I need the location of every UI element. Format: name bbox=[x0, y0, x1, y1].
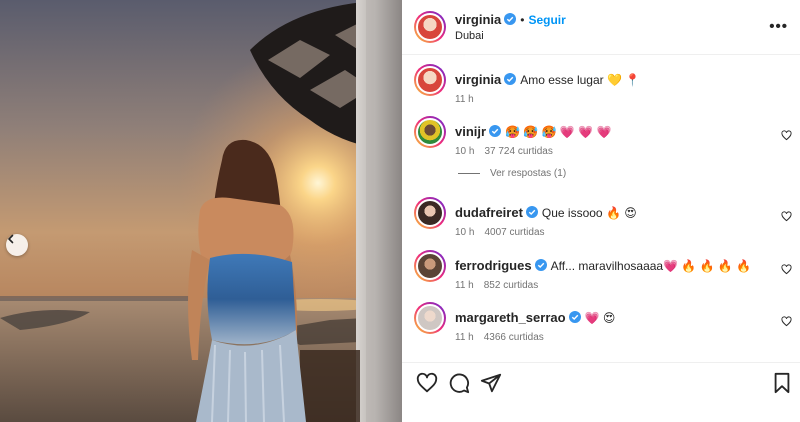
comment-text: vinijr 🥵 🥵 🥵 💗 💗 💗 bbox=[455, 124, 611, 139]
author-username[interactable]: virginia bbox=[455, 12, 501, 27]
comment-message: 💗 😍 bbox=[584, 311, 616, 325]
heart-icon[interactable] bbox=[781, 316, 792, 327]
comment-username[interactable]: ferrodrigues bbox=[455, 258, 532, 273]
verified-icon bbox=[525, 206, 538, 218]
comment-message: Aff... maravilhosaaaa💗 🔥 🔥 🔥 🔥 bbox=[550, 259, 752, 273]
follow-button[interactable]: Seguir bbox=[528, 13, 565, 27]
post-location[interactable]: Dubai bbox=[455, 30, 484, 42]
comment-time: 11 h bbox=[455, 332, 474, 343]
view-replies-button[interactable]: Ver respostas (1) bbox=[458, 168, 566, 179]
avatar[interactable] bbox=[414, 197, 446, 229]
separator-dot: • bbox=[520, 13, 525, 27]
comment-username[interactable]: vinijr bbox=[455, 124, 486, 139]
avatar[interactable] bbox=[414, 64, 446, 96]
comment-time: 11 h bbox=[455, 94, 474, 105]
comment-meta: 11 h bbox=[455, 94, 474, 105]
comment-row: ferrodrigues Aff... maravilhosaaaa💗 🔥 🔥 🔥… bbox=[402, 250, 800, 298]
caption-row: virginia Amo esse lugar 💛 📍 11 h bbox=[402, 64, 800, 112]
comment-message: Amo esse lugar 💛 📍 bbox=[520, 73, 641, 87]
more-options-button[interactable]: ••• bbox=[769, 18, 788, 35]
comment-text: dudafreiret Que issooo 🔥 😍 bbox=[455, 205, 637, 220]
heart-icon[interactable] bbox=[781, 130, 792, 141]
view-replies-label: Ver respostas (1) bbox=[490, 168, 567, 179]
header-line: virginia • Seguir bbox=[455, 12, 566, 27]
comment-likes[interactable]: 37 724 curtidas bbox=[484, 146, 552, 157]
bookmark-icon[interactable] bbox=[771, 372, 793, 394]
comment-message: Que issooo 🔥 😍 bbox=[541, 206, 637, 220]
heart-icon[interactable] bbox=[781, 211, 792, 222]
avatar[interactable] bbox=[414, 116, 446, 148]
comment-meta: 11 h 852 curtidas bbox=[455, 280, 538, 291]
comment-time: 11 h bbox=[455, 280, 474, 291]
avatar[interactable] bbox=[414, 302, 446, 334]
verified-icon bbox=[534, 259, 547, 271]
comment-username[interactable]: virginia bbox=[455, 72, 501, 87]
verified-icon bbox=[489, 125, 502, 137]
avatar[interactable] bbox=[414, 250, 446, 282]
comment-message: 🥵 🥵 🥵 💗 💗 💗 bbox=[505, 125, 612, 139]
comment-row: dudafreiret Que issooo 🔥 😍 10 h 4007 curti… bbox=[402, 197, 800, 245]
heart-icon[interactable] bbox=[416, 372, 438, 394]
comment-icon[interactable] bbox=[448, 372, 470, 394]
comment-time: 10 h bbox=[455, 146, 475, 157]
previous-photo-button[interactable] bbox=[6, 234, 28, 256]
action-bar bbox=[402, 362, 800, 422]
comment-row: vinijr 🥵 🥵 🥵 💗 💗 💗 10 h 37 724 curtidas bbox=[402, 116, 800, 164]
post-header: virginia • Seguir Dubai ••• bbox=[402, 0, 800, 55]
verified-icon bbox=[504, 73, 517, 85]
photo-illustration bbox=[0, 0, 402, 422]
comment-text: virginia Amo esse lugar 💛 📍 bbox=[455, 72, 640, 87]
comment-likes[interactable]: 852 curtidas bbox=[484, 280, 538, 291]
replies-divider bbox=[458, 172, 480, 174]
verified-icon bbox=[568, 311, 581, 323]
share-icon[interactable] bbox=[480, 372, 502, 394]
comment-likes[interactable]: 4366 curtidas bbox=[484, 332, 544, 343]
post-side-panel: virginia • Seguir Dubai ••• virginia Amo es… bbox=[402, 0, 800, 422]
comment-username[interactable]: dudafreiret bbox=[455, 205, 523, 220]
chevron-left-icon bbox=[8, 234, 14, 244]
verified-icon bbox=[504, 13, 517, 25]
comment-meta: 10 h 37 724 curtidas bbox=[455, 146, 553, 157]
comment-text: ferrodrigues Aff... maravilhosaaaa💗 🔥 🔥 🔥… bbox=[455, 258, 751, 273]
comment-meta: 11 h 4366 curtidas bbox=[455, 332, 544, 343]
comment-likes[interactable]: 4007 curtidas bbox=[484, 227, 544, 238]
comment-username[interactable]: margareth_serrao bbox=[455, 310, 566, 325]
comment-meta: 10 h 4007 curtidas bbox=[455, 227, 545, 238]
comment-text: margareth_serrao 💗 😍 bbox=[455, 310, 615, 325]
comment-time: 10 h bbox=[455, 227, 475, 238]
more-icon: ••• bbox=[769, 18, 788, 35]
heart-icon[interactable] bbox=[781, 264, 792, 275]
comments-list: virginia Amo esse lugar 💛 📍 11 h vinijr 🥵 … bbox=[402, 56, 800, 356]
post-photo bbox=[0, 0, 402, 422]
author-avatar[interactable] bbox=[414, 11, 446, 43]
comment-row: margareth_serrao 💗 😍 11 h 4366 curtidas bbox=[402, 302, 800, 350]
